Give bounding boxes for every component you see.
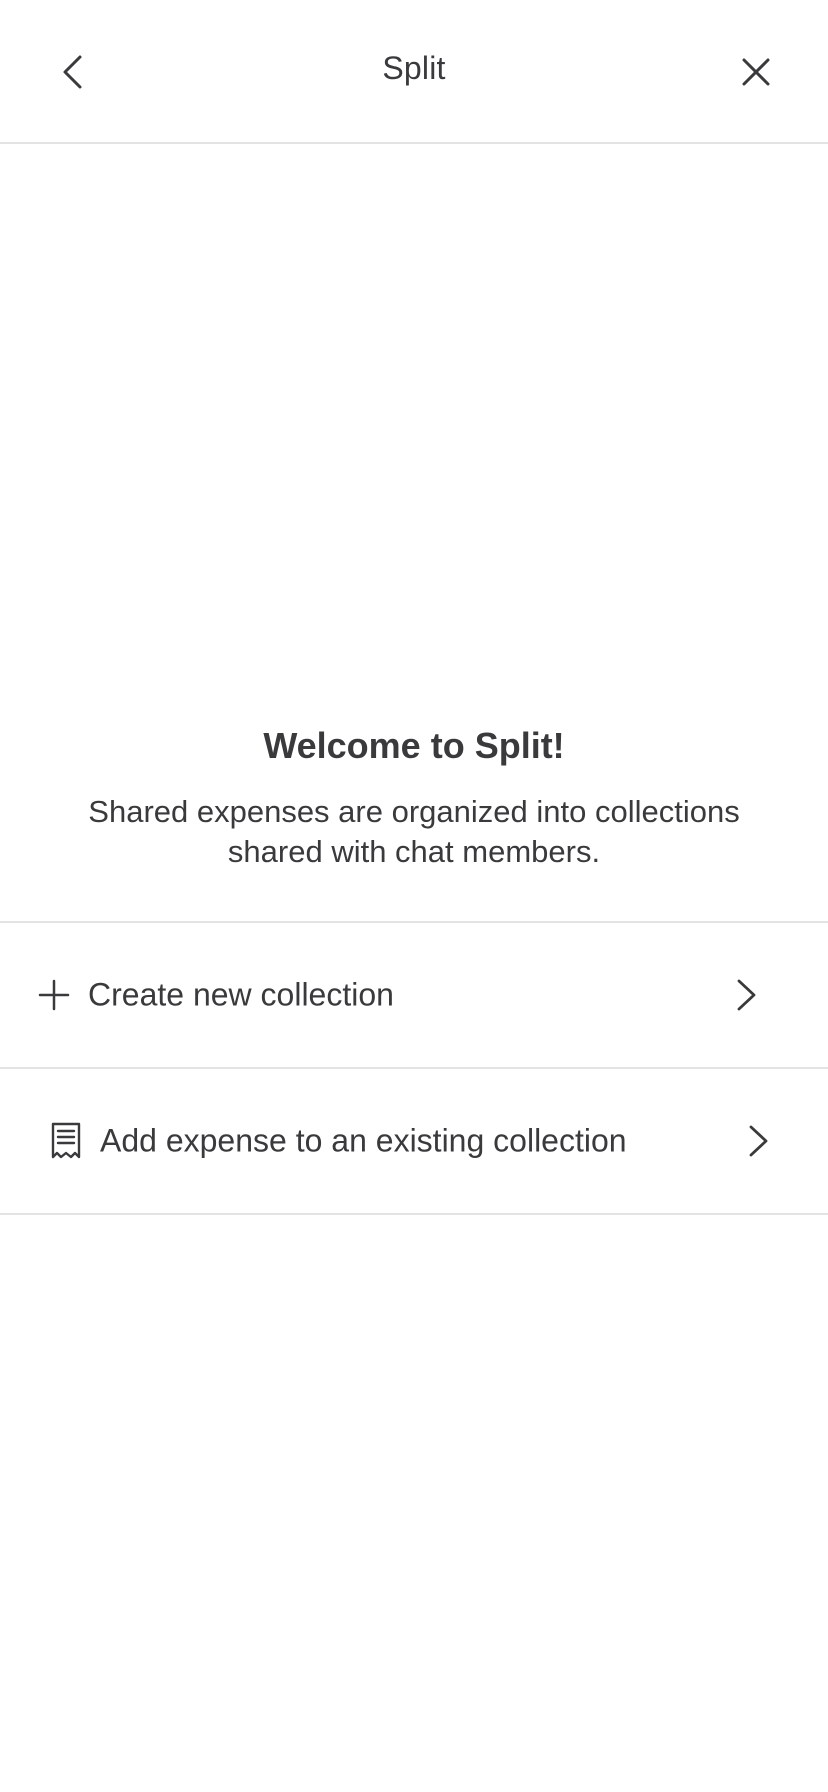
chevron-right-icon [748,1124,770,1158]
plus-icon [38,979,70,1011]
create-new-collection-button[interactable]: Create new collection [0,923,828,1067]
chevron-right-icon [736,978,758,1012]
top-nav-bar: Split [0,0,828,144]
welcome-heading: Welcome to Split! [263,725,565,766]
add-expense-existing-collection-button[interactable]: Add expense to an existing collection [0,1069,828,1213]
welcome-section: Welcome to Split! Shared expenses are or… [0,718,828,872]
close-button[interactable] [732,46,780,98]
add-expense-label: Add expense to an existing collection [100,1122,627,1159]
close-icon [742,58,770,86]
page-title: Split [382,50,446,86]
welcome-description: Shared expenses are organized into colle… [88,794,740,869]
divider [0,1213,828,1215]
options-list: Create new collection Add expense to an … [0,921,828,1215]
create-new-collection-label: Create new collection [88,976,394,1013]
receipt-icon [50,1122,82,1160]
